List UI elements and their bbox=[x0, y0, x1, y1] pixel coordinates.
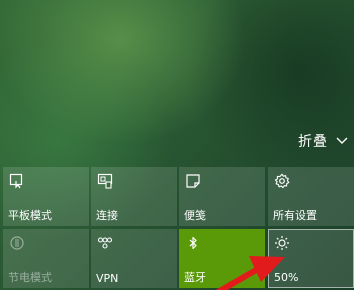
tile-all-settings[interactable]: 所有设置 bbox=[268, 167, 354, 226]
tile-battery-saver[interactable]: 节电模式 bbox=[3, 229, 89, 288]
tablet-mode-icon bbox=[9, 173, 25, 189]
vpn-icon bbox=[97, 235, 113, 251]
connect-icon bbox=[97, 173, 113, 189]
collapse-label: 折叠 bbox=[298, 134, 328, 150]
bluetooth-icon bbox=[185, 235, 201, 251]
tile-vpn[interactable]: VPN bbox=[91, 229, 177, 288]
tile-label: 所有设置 bbox=[273, 209, 317, 222]
tile-label: 50% bbox=[274, 271, 299, 284]
collapse-button[interactable]: 折叠 bbox=[298, 131, 348, 151]
tile-label: VPN bbox=[96, 272, 119, 285]
tile-label: 便笺 bbox=[184, 209, 206, 222]
chevron-down-icon bbox=[336, 137, 348, 145]
tile-label: 节电模式 bbox=[8, 271, 52, 284]
tile-bluetooth[interactable]: 蓝牙 bbox=[179, 229, 265, 288]
tile-label: 连接 bbox=[96, 209, 118, 222]
note-icon bbox=[185, 173, 201, 189]
tile-label: 蓝牙 bbox=[184, 271, 206, 284]
tile-tablet-mode[interactable]: 平板模式 bbox=[3, 167, 89, 226]
tile-connect[interactable]: 连接 bbox=[91, 167, 177, 226]
tile-brightness[interactable]: 50% bbox=[268, 229, 354, 288]
battery-saver-icon bbox=[9, 235, 25, 251]
brightness-icon bbox=[274, 235, 290, 251]
tile-note[interactable]: 便笺 bbox=[179, 167, 265, 226]
tile-label: 平板模式 bbox=[8, 209, 52, 222]
gear-icon bbox=[274, 173, 290, 189]
